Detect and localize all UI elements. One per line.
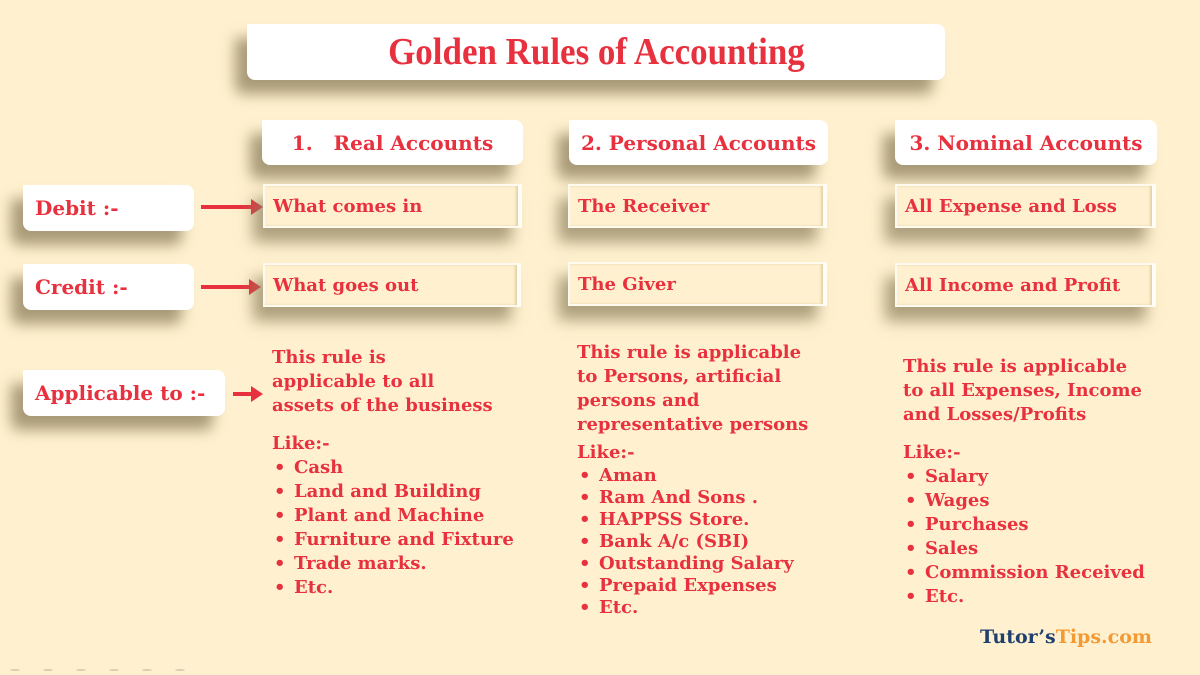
examples-list: Cash Land and Building Plant and Machine… xyxy=(272,456,542,600)
personal-applicable-section: This rule is applicable to Persons, arti… xyxy=(577,341,857,619)
cell-nominal-credit: All Income and Profit xyxy=(895,263,1156,307)
dot-decoration xyxy=(175,669,185,671)
arrow-right-icon xyxy=(201,279,261,295)
title-banner: Golden Rules of Accounting xyxy=(247,24,945,80)
list-item: Plant and Machine xyxy=(272,504,542,528)
list-item: Purchases xyxy=(903,513,1193,537)
column-heading-personal: 2. Personal Accounts xyxy=(569,120,828,165)
cell-text: What comes in xyxy=(273,195,423,217)
column-heading-label: 3. Nominal Accounts xyxy=(909,130,1143,155)
list-item: Etc. xyxy=(577,597,857,619)
list-item: Commission Received xyxy=(903,561,1193,585)
applicable-description: This rule is applicable to all assets of… xyxy=(272,347,493,416)
row-label-debit: Debit :- xyxy=(23,185,194,231)
cell-text: What goes out xyxy=(273,274,419,296)
cell-personal-debit: The Receiver xyxy=(568,184,827,228)
row-label-text: Credit :- xyxy=(35,275,128,299)
list-item: Furniture and Fixture xyxy=(272,528,542,552)
row-label-credit: Credit :- xyxy=(23,264,194,310)
list-item: Land and Building xyxy=(272,480,542,504)
row-label-text: Debit :- xyxy=(35,196,119,220)
cell-nominal-debit: All Expense and Loss xyxy=(895,184,1156,228)
list-item: Sales xyxy=(903,537,1193,561)
cell-real-credit: What goes out xyxy=(263,263,521,307)
cell-text: All Income and Profit xyxy=(905,274,1121,296)
row-label-text: Applicable to :- xyxy=(35,381,206,405)
dot-decoration xyxy=(43,669,53,671)
row-label-applicable: Applicable to :- xyxy=(23,370,225,416)
column-heading-label: 2. Personal Accounts xyxy=(580,130,817,155)
list-item: Trade marks. xyxy=(272,552,542,576)
list-item: Aman xyxy=(577,465,857,487)
list-item: Prepaid Expenses xyxy=(577,575,857,597)
like-label: Like:- xyxy=(577,442,635,463)
applicable-description: This rule is applicable to all Expenses,… xyxy=(903,356,1142,425)
brand-logo: Tutor’sTips.com xyxy=(980,626,1152,648)
dot-decoration xyxy=(76,669,86,671)
column-heading-real: 1. Real Accounts xyxy=(262,120,523,165)
list-item: Etc. xyxy=(903,585,1193,609)
nominal-applicable-section: This rule is applicable to all Expenses,… xyxy=(903,355,1193,609)
applicable-description: This rule is applicable to Persons, arti… xyxy=(577,342,809,435)
cell-personal-credit: The Giver xyxy=(568,262,827,306)
column-heading-nominal: 3. Nominal Accounts xyxy=(895,120,1157,165)
list-item: Cash xyxy=(272,456,542,480)
list-item: Etc. xyxy=(272,576,542,600)
like-label: Like:- xyxy=(272,433,330,454)
cell-text: The Giver xyxy=(578,273,676,295)
dot-decoration xyxy=(142,669,152,671)
list-item: Salary xyxy=(903,465,1193,489)
list-item: Bank A/c (SBI) xyxy=(577,531,857,553)
brand-part-1: Tutor’s xyxy=(980,626,1056,648)
cell-text: The Receiver xyxy=(578,195,710,217)
brand-part-2: Tips.com xyxy=(1055,626,1152,648)
cell-real-debit: What comes in xyxy=(263,184,522,228)
examples-list: Salary Wages Purchases Sales Commission … xyxy=(903,465,1193,609)
arrow-right-icon xyxy=(201,199,263,215)
list-item: HAPPSS Store. xyxy=(577,509,857,531)
list-item: Outstanding Salary xyxy=(577,553,857,575)
arrow-right-icon xyxy=(233,386,263,402)
list-item: Ram And Sons . xyxy=(577,487,857,509)
real-applicable-section: This rule is applicable to all assets of… xyxy=(272,346,542,600)
cell-text: All Expense and Loss xyxy=(905,195,1117,217)
column-heading-label: 1. Real Accounts xyxy=(291,130,494,155)
dot-decoration xyxy=(10,669,20,671)
dot-decoration xyxy=(109,669,119,671)
decorative-dots xyxy=(10,656,208,675)
list-item: Wages xyxy=(903,489,1193,513)
examples-list: Aman Ram And Sons . HAPPSS Store. Bank A… xyxy=(577,465,857,619)
page-title: Golden Rules of Accounting xyxy=(387,31,805,73)
like-label: Like:- xyxy=(903,442,961,463)
